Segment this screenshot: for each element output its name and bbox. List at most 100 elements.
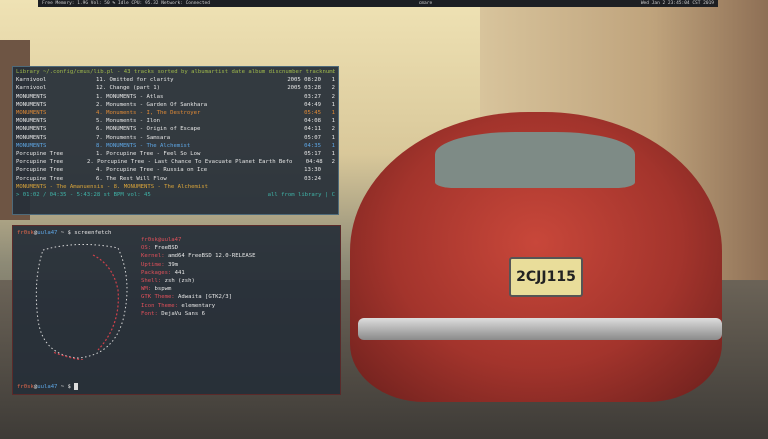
status-line: > 01:02 / 04:35 - 5:43:28 st BPM vol: 45… (16, 191, 335, 199)
info-value: 441 (171, 269, 185, 276)
prompt-user: fr0sk (17, 230, 34, 236)
info-value: 39m (164, 261, 179, 268)
info-value: zsh (zsh) (161, 278, 195, 285)
track-time: 04:48 (305, 159, 323, 166)
status-bar: Free Memory: 1.9G Vol: 50 % Idle CPU: 95… (38, 0, 718, 7)
command-text: ~ $ screenfetch (57, 230, 112, 236)
track-time: 05:17 (304, 151, 321, 158)
track-time: 04:08 (304, 118, 321, 125)
track-row[interactable]: MONUMENTS 1. MONUMENTS - Atlas 03:27 2 (16, 93, 335, 101)
track-n: 1 (331, 101, 335, 108)
info-key: Uptime: (141, 261, 165, 268)
info-key: WM: (141, 286, 152, 293)
info-key: GTK Theme: (141, 294, 175, 301)
track-n: 1 (331, 142, 335, 149)
license-plate: 2CJJ115 (509, 257, 583, 297)
track-artist: Porcupine Tree (16, 151, 64, 158)
track-artist: MONUMENTS (16, 134, 47, 141)
system-info: fr0sk@uula47 OS: FreeBSD Kernel: amd64 Fr… (141, 236, 256, 318)
track-title: 12. Change (part 1) (96, 85, 160, 92)
track-title: 2. Monuments - Garden Of Sankhara (96, 101, 208, 108)
command-line[interactable]: fr0sk@uula47 ~ $ (17, 382, 79, 391)
track-time: 05:45 (304, 110, 321, 117)
track-title: 4. Monuments - I, The Destroyer (96, 110, 201, 117)
track-time: 2005 08:20 (287, 77, 321, 84)
system-stats: Free Memory: 1.9G Vol: 50 % Idle CPU: 95… (42, 1, 210, 6)
info-key: Icon Theme: (141, 302, 179, 309)
track-row[interactable]: MONUMENTS 7. Monuments - Samsara 05:07 1 (16, 134, 335, 142)
info-line: Icon Theme: elementary (141, 302, 256, 310)
info-line: WM: bspwm (141, 285, 256, 293)
track-n: 2 (331, 126, 335, 133)
track-time: 04:35 (304, 142, 321, 149)
track-title: 1. MONUMENTS - Atlas (96, 93, 164, 100)
track-title: 1. Porcupine Tree - Feel So Low (96, 151, 201, 158)
track-time: 04:11 (304, 126, 321, 133)
info-key: OS: (141, 245, 152, 252)
track-row[interactable]: Porcupine Tree 2. Porcupine Tree - Last C… (16, 158, 335, 166)
freebsd-ascii-logo (35, 243, 128, 360)
track-artist: Porcupine Tree (16, 175, 64, 182)
info-value: DejaVu Sans 6 (157, 310, 205, 317)
track-n: 2 (331, 93, 335, 100)
info-line: OS: FreeBSD (141, 244, 256, 252)
playlist-mode: all from library | C (267, 192, 335, 199)
track-artist: MONUMENTS (16, 142, 47, 149)
track-row[interactable]: Karnivool 12. Change (part 1) 2005 03:28 2 (16, 84, 335, 92)
info-value: bspwm (151, 286, 172, 293)
info-value: Adwaita [GTK2/3] (174, 294, 232, 301)
track-row[interactable]: Karnivool 11. Omitted for clarity 2005 08:… (16, 76, 335, 84)
screenfetch-terminal[interactable]: fr0sk@uula47 ~ $ screenfetch fr0sk@uula4… (12, 225, 341, 395)
track-row[interactable]: Porcupine Tree 6. The Rest Will Flow 03:24 (16, 175, 335, 183)
info-value: elementary (178, 302, 216, 309)
clock: Wed Jan 2 23:45:04 CST 2019 (640, 1, 714, 6)
track-row[interactable]: MONUMENTS 4. Monuments - I, The Destroyer… (16, 109, 335, 117)
track-time: 13:30 (304, 167, 321, 174)
track-row[interactable]: Porcupine Tree 4. Porcupine Tree - Russia… (16, 166, 335, 174)
library-header: Library ~/.config/cmus/lib.pl - 43 track… (16, 69, 335, 75)
track-artist: Porcupine Tree (16, 159, 64, 166)
track-row[interactable]: Porcupine Tree 1. Porcupine Tree - Feel S… (16, 150, 335, 158)
info-title: fr0sk@uula47 (141, 237, 182, 243)
info-value: amd64 FreeBSD 12.0-RELEASE (164, 253, 256, 260)
cmus-terminal[interactable]: Library ~/.config/cmus/lib.pl - 43 track… (12, 66, 339, 215)
track-row[interactable]: MONUMENTS 8. MONUMENTS - The Alchemist 04:… (16, 142, 335, 150)
track-row[interactable]: MONUMENTS 2. Monuments - Garden Of Sankha… (16, 101, 335, 109)
track-time: 05:07 (304, 134, 321, 141)
track-time: 2005 03:28 (287, 85, 321, 92)
workspace-name[interactable]: cmare (419, 0, 433, 7)
track-n: 1 (331, 151, 335, 158)
car-rear-window (435, 132, 635, 188)
track-title: 4. Porcupine Tree - Russia on Ice (96, 167, 208, 174)
info-line: Font: DejaVu Sans 6 (141, 310, 256, 318)
info-line: Packages: 441 (141, 269, 256, 277)
info-key: Shell: (141, 278, 162, 285)
track-n (321, 175, 335, 183)
track-artist: Karnivool (16, 77, 47, 84)
prompt-symbol: ~ $ (57, 383, 75, 390)
track-n (321, 166, 335, 174)
track-row[interactable]: MONUMENTS 6. MONUMENTS - Origin of Escape… (16, 125, 335, 133)
cursor (74, 382, 79, 390)
track-n: 2 (331, 159, 335, 166)
now-playing: MONUMENTS - The Amanuensis - 8. MONUMENT… (16, 183, 208, 190)
track-artist: MONUMENTS (16, 110, 47, 117)
track-time: 03:27 (304, 93, 321, 100)
track-row[interactable]: MONUMENTS 5. Monuments - Ilon 04:08 1 (16, 117, 335, 125)
track-title: 5. Monuments - Ilon (96, 118, 160, 125)
info-line: Kernel: amd64 FreeBSD 12.0-RELEASE (141, 252, 256, 260)
track-n: 1 (331, 134, 335, 141)
track-artist: Porcupine Tree (16, 167, 64, 174)
info-key: Font: (141, 310, 158, 317)
track-title: 11. Omitted for clarity (96, 77, 174, 84)
track-n: 1 (331, 118, 335, 125)
track-artist: MONUMENTS (16, 93, 47, 100)
track-artist: MONUMENTS (16, 126, 47, 133)
track-time: 03:24 (304, 175, 321, 182)
track-n: 1 (331, 77, 335, 84)
info-line: GTK Theme: Adwaita [GTK2/3] (141, 293, 256, 301)
prompt-host: uula47 (37, 230, 58, 236)
car-bumper (358, 318, 722, 340)
info-line: Shell: zsh (zsh) (141, 277, 256, 285)
track-artist: MONUMENTS (16, 118, 47, 125)
